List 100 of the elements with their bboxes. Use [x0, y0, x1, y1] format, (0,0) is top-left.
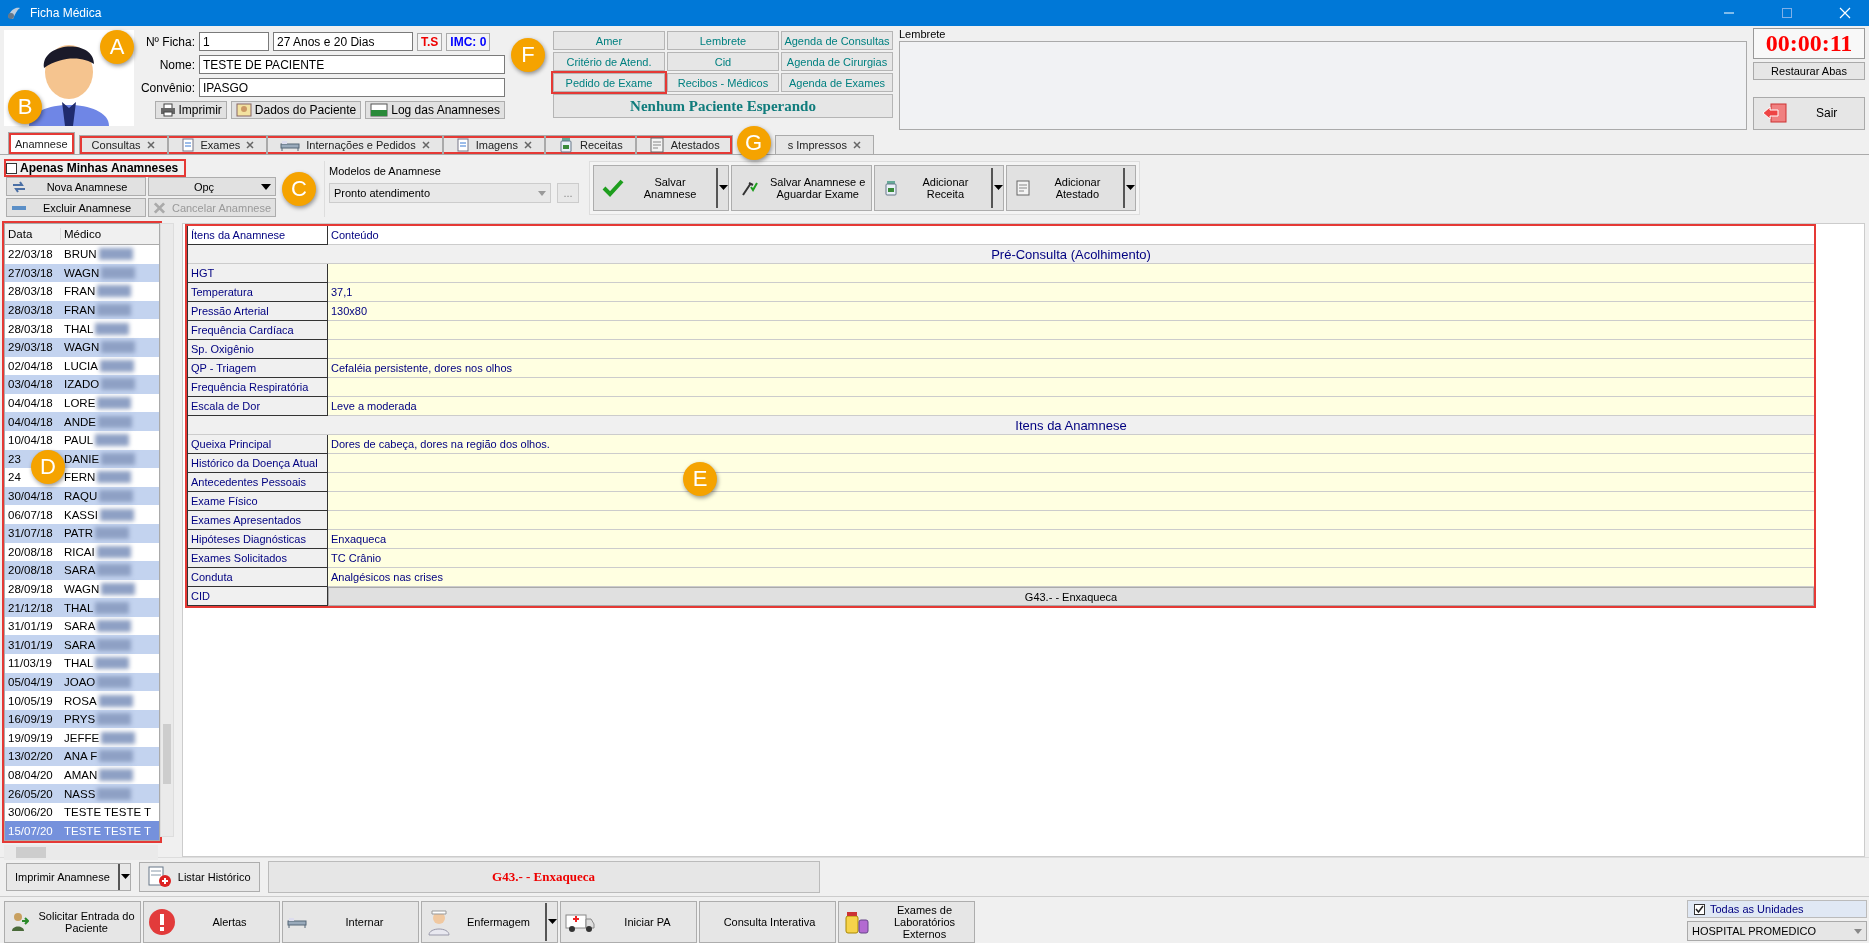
patient-button[interactable]: Dados do Paciente [230, 101, 362, 119]
close-icon[interactable] [421, 141, 430, 149]
value-cell[interactable]: TC Crânio [328, 549, 1814, 568]
tab[interactable]: Internações e Pedidos [267, 135, 443, 154]
horizontal-scrollbar[interactable] [4, 845, 158, 860]
doctor-cell[interactable]: KASSI [64, 508, 98, 521]
shortcut-button[interactable]: Lembrete [667, 31, 779, 50]
restore-tabs-button[interactable]: Restaurar Abas [1753, 62, 1865, 80]
doctor-cell[interactable]: RAQU [64, 490, 98, 502]
date-cell[interactable]: 28/03/18 [8, 304, 53, 317]
doctor-cell[interactable]: DANIE [64, 452, 100, 465]
taskbar-button[interactable]: Iniciar PA [560, 901, 697, 943]
doctor-cell[interactable]: SARA [64, 620, 96, 633]
date-cell[interactable]: 30/06/20 [8, 806, 53, 819]
shortcut-button[interactable]: Pedido de Exame [553, 73, 665, 92]
date-cell[interactable]: 10/04/18 [8, 434, 53, 447]
date-cell[interactable]: 06/07/18 [8, 508, 53, 521]
tab[interactable]: Atestados [635, 135, 733, 154]
doctor-cell[interactable]: JEFFE [64, 731, 100, 744]
value-cell[interactable]: Cefaléia persistente, dores nos olhos [328, 359, 1814, 378]
date-cell[interactable]: 10/05/19 [8, 694, 53, 707]
doctor-cell[interactable]: PRYS [64, 713, 96, 726]
doctor-cell[interactable]: SARA [64, 564, 96, 577]
date-cell[interactable]: 04/04/18 [8, 415, 53, 428]
close-icon[interactable] [523, 141, 532, 149]
scrollbar[interactable] [160, 223, 174, 837]
doctor-cell[interactable]: TESTE TESTE T [64, 806, 152, 819]
anamnese-button[interactable]: Excluir Anamnese [6, 198, 146, 217]
doctor-cell[interactable]: ANA F [64, 750, 98, 763]
dropdown-icon[interactable] [991, 168, 1004, 208]
tab[interactable]: Imagens [442, 135, 545, 154]
dropdown-icon[interactable] [1123, 168, 1136, 208]
hospital-dropdown[interactable]: HOSPITAL PROMEDICO [1687, 921, 1867, 941]
reminder-box[interactable] [899, 41, 1747, 130]
date-cell[interactable]: 11/03/19 [8, 657, 52, 670]
shortcut-button[interactable]: Agenda de Exames [781, 73, 893, 92]
action-button[interactable]: Adicionar Receita [874, 165, 1005, 211]
doctor-cell[interactable]: WAGN [64, 266, 100, 279]
maximize-icon[interactable] [1781, 7, 1793, 19]
date-cell[interactable]: 28/09/18 [8, 583, 53, 595]
tab[interactable]: Receitas [544, 135, 636, 154]
value-cell[interactable]: Analgésicos nas crises [328, 568, 1814, 587]
dropdown-icon[interactable] [545, 903, 557, 941]
date-cell[interactable]: 24 [8, 471, 21, 484]
doctor-cell[interactable]: RICAI [64, 545, 95, 558]
doctor-cell[interactable]: PAUL [64, 434, 94, 447]
value-cell[interactable]: 37,1 [328, 283, 1814, 302]
date-cell[interactable]: 26/05/20 [8, 787, 53, 800]
dropdown-icon[interactable] [716, 168, 728, 208]
date-cell[interactable]: 08/04/20 [8, 768, 53, 781]
date-cell[interactable]: 21/12/18 [8, 601, 53, 614]
doctor-cell[interactable]: SARA [64, 638, 96, 651]
taskbar-button[interactable]: Consulta Interativa [699, 901, 836, 943]
taskbar-button[interactable]: Enfermagem [421, 901, 558, 943]
action-button[interactable]: Salvar Anamnese [593, 165, 729, 211]
date-cell[interactable]: 30/04/18 [8, 490, 53, 502]
doctor-cell[interactable]: FRAN [64, 304, 96, 317]
date-cell[interactable]: 20/08/18 [8, 545, 53, 558]
doctor-cell[interactable]: IZADO [64, 378, 100, 391]
dropdown-icon[interactable] [261, 183, 271, 190]
action-button[interactable]: Salvar Anamnese e Aguardar Exame [731, 165, 873, 211]
doctor-cell[interactable]: FRAN [64, 285, 96, 298]
model-dropdown[interactable]: Pronto atendimento [329, 183, 551, 203]
date-cell[interactable]: 31/01/19 [8, 620, 53, 633]
insurance-field[interactable]: IPASGO [199, 78, 505, 97]
shortcut-button[interactable]: Amer [553, 31, 665, 50]
doctor-cell[interactable]: ANDE [64, 415, 96, 428]
shortcut-button[interactable]: Recibos - Médicos [667, 73, 779, 92]
value-cell[interactable]: Enxaqueca [328, 530, 1814, 549]
doctor-cell[interactable]: LUCIA [64, 359, 98, 372]
date-cell[interactable]: 05/04/19 [8, 675, 53, 688]
date-cell[interactable]: 20/08/18 [8, 564, 53, 577]
taskbar-button[interactable]: Exames de Laboratórios Externos [838, 901, 975, 943]
shortcut-button[interactable]: Agenda de Consultas [781, 31, 893, 50]
anamnese-button[interactable]: Opç [148, 177, 276, 196]
date-cell[interactable]: 13/02/20 [8, 750, 53, 763]
date-cell[interactable]: 31/07/18 [8, 527, 53, 540]
shortcut-button[interactable]: Agenda de Cirurgias [781, 52, 893, 71]
age-field[interactable]: 27 Anos e 20 Dias [273, 32, 413, 51]
doctor-cell[interactable]: THAL [64, 601, 94, 614]
doctor-cell[interactable]: AMAN [64, 768, 98, 781]
column-header[interactable]: Médico [61, 228, 159, 240]
doctor-cell[interactable]: BRUN [64, 248, 97, 261]
dropdown-icon[interactable] [117, 864, 130, 890]
date-cell[interactable]: 22/03/18 [8, 248, 53, 261]
doctor-cell[interactable]: LORE [64, 397, 96, 410]
doctor-cell[interactable]: NASS [64, 787, 96, 800]
doctor-cell[interactable]: ROSA [64, 694, 97, 707]
date-cell[interactable]: 27/03/18 [8, 266, 53, 279]
date-cell[interactable]: 16/09/19 [8, 713, 53, 726]
patient-button[interactable]: Imprimir [154, 101, 227, 119]
date-cell[interactable]: 28/03/18 [8, 322, 53, 335]
history-button[interactable]: Listar Histórico [138, 862, 260, 892]
value-cell[interactable]: G43.- - Enxaqueca [328, 587, 1814, 606]
close-icon[interactable] [146, 141, 155, 149]
doctor-cell[interactable]: PATR [64, 527, 93, 540]
only-mine-checkbox[interactable]: Apenas Minhas Anamneses [6, 161, 184, 175]
doctor-cell[interactable]: WAGN [64, 583, 100, 595]
print-anamnesis-button[interactable]: Imprimir Anamnese [6, 863, 131, 891]
taskbar-button[interactable]: Internar [282, 901, 419, 943]
